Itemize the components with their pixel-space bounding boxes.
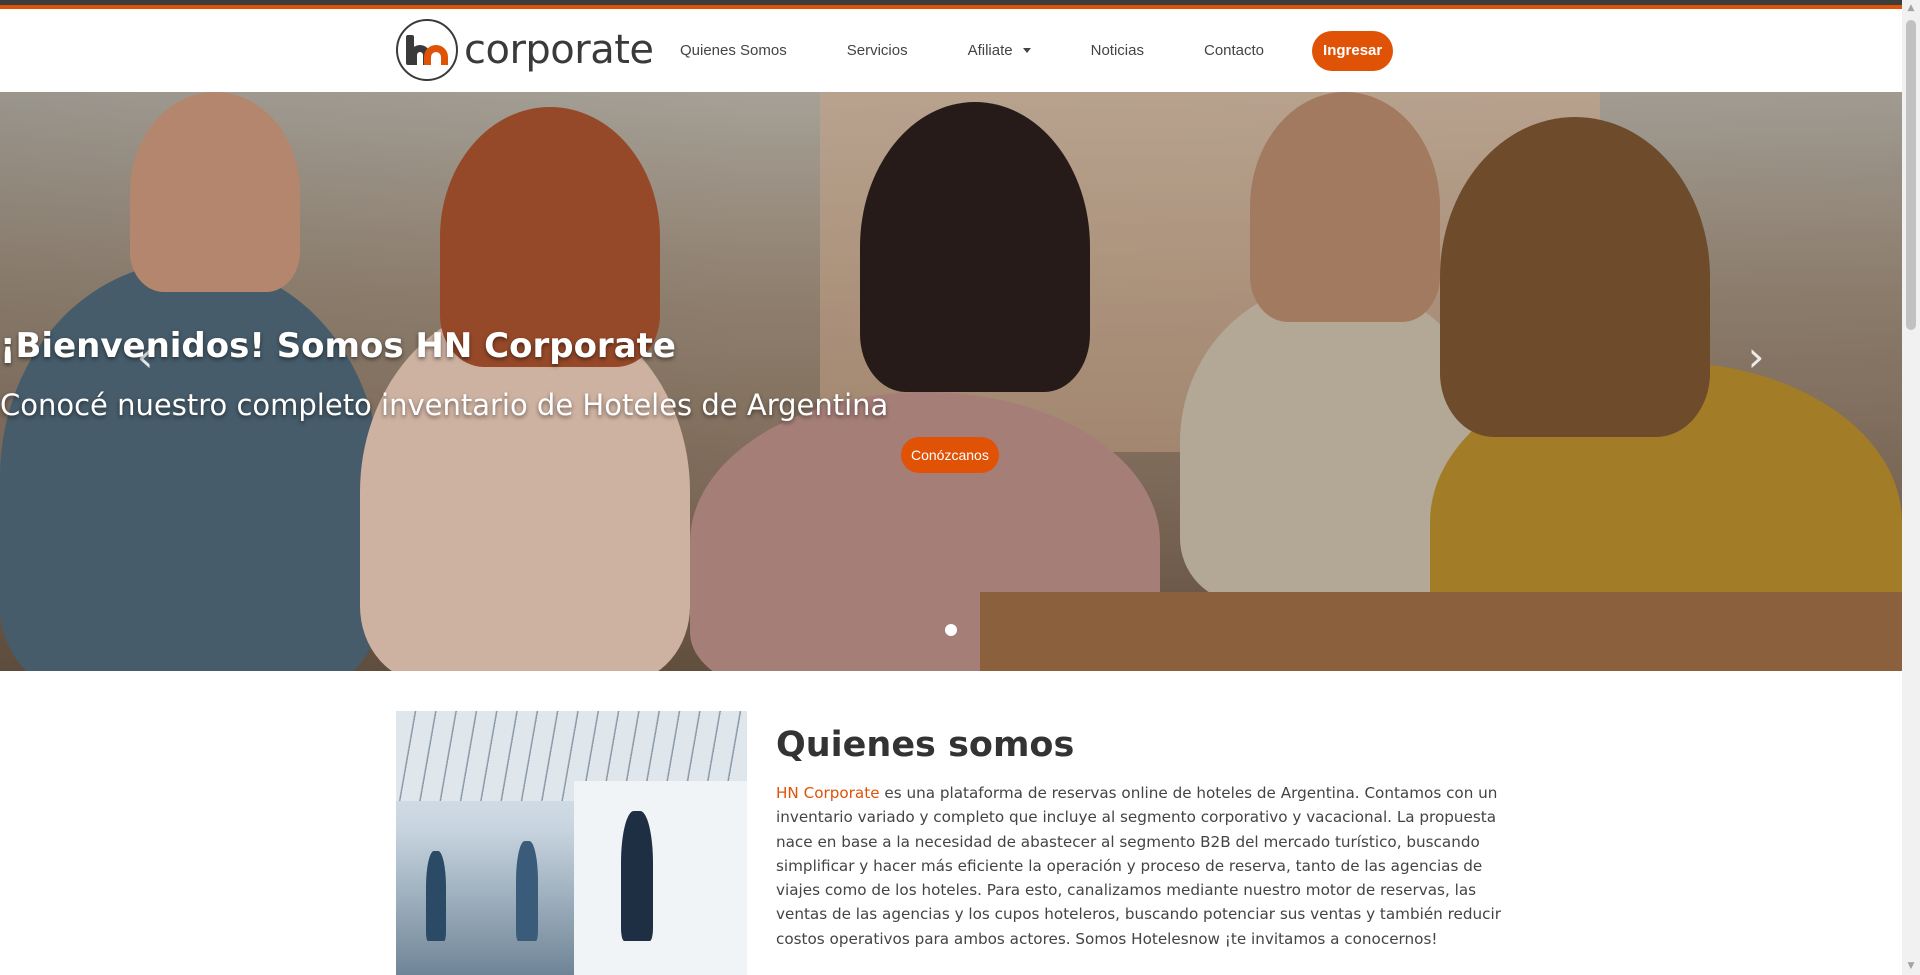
login-button[interactable]: Ingresar: [1312, 30, 1394, 71]
carousel-indicator[interactable]: [945, 624, 957, 636]
about-brand-link[interactable]: HN Corporate: [776, 784, 880, 802]
site-header: corporate Quienes Somos Servicios Afilia…: [0, 9, 1902, 92]
site-logo[interactable]: corporate: [396, 19, 654, 81]
logo-text: corporate: [464, 27, 654, 73]
scroll-thumb[interactable]: [1906, 20, 1916, 330]
nav-afiliate[interactable]: Afiliate: [968, 42, 1031, 59]
hero-overlay: [0, 92, 1902, 671]
about-body: es una plataforma de reservas online de …: [776, 784, 1501, 948]
scroll-up-icon[interactable]: ▲: [1902, 0, 1920, 17]
scroll-down-icon[interactable]: ▼: [1902, 958, 1920, 975]
hn-logo-icon: [396, 19, 458, 81]
hero-title: ¡Bienvenidos! Somos HN Corporate: [0, 326, 676, 366]
about-text: HN Corporate es una plataforma de reserv…: [776, 781, 1511, 951]
main-nav: Quienes Somos Servicios Afiliate Noticia…: [680, 9, 1394, 92]
about-title: Quienes somos: [776, 725, 1075, 765]
about-image-airport: [396, 711, 747, 975]
hero-subtitle: Conocé nuestro completo inventario de Ho…: [0, 388, 889, 422]
nav-servicios[interactable]: Servicios: [847, 42, 908, 59]
nav-noticias[interactable]: Noticias: [1091, 42, 1144, 59]
page-scrollbar[interactable]: ▲ ▼: [1902, 0, 1920, 975]
caret-down-icon: [1022, 48, 1031, 53]
nav-quienes-somos[interactable]: Quienes Somos: [680, 42, 787, 59]
hero-cta-button[interactable]: Conózcanos: [901, 437, 999, 473]
nav-contacto[interactable]: Contacto: [1204, 42, 1264, 59]
hero-carousel: ‹ › ¡Bienvenidos! Somos HN Corporate Con…: [0, 92, 1902, 671]
nav-afiliate-label: Afiliate: [967, 42, 1013, 59]
top-accent-bar: [0, 0, 1902, 9]
